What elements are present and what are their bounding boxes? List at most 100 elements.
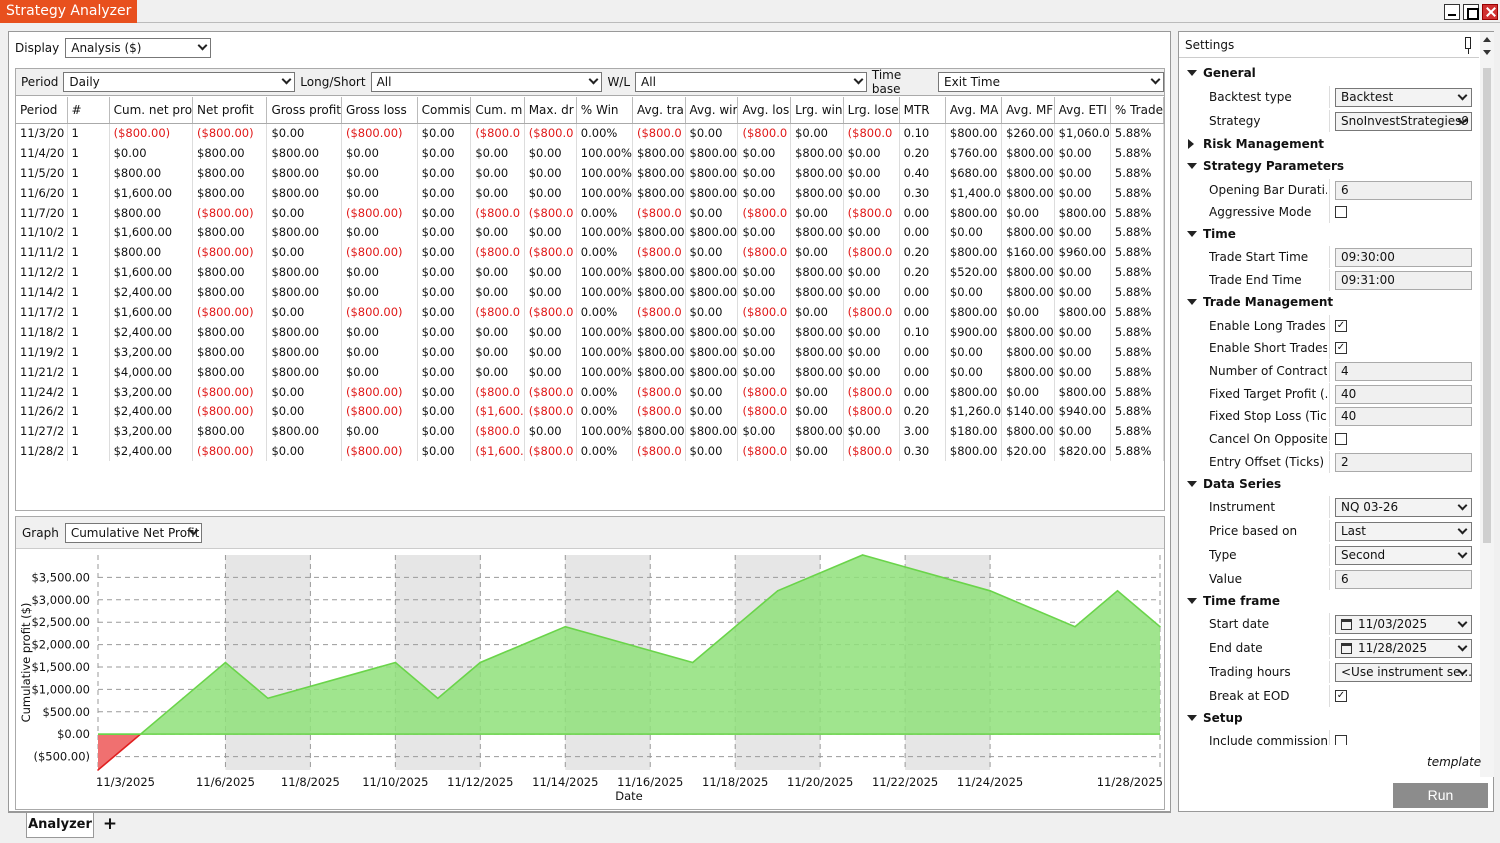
chevron-down-icon[interactable] bbox=[1457, 90, 1468, 100]
add-tab-button[interactable]: + bbox=[100, 815, 120, 835]
checkbox[interactable] bbox=[1335, 433, 1347, 446]
table-row[interactable]: 11/21/2 1 $4,000.00 $800.00 $800.00 $0.00 $0.0… bbox=[16, 361, 1165, 382]
column-header[interactable]: Max. dr bbox=[524, 97, 577, 124]
column-header[interactable]: Net profit bbox=[192, 97, 268, 124]
combo-box[interactable]: Backtest bbox=[1335, 87, 1472, 107]
graph-select[interactable]: Cumulative Net Profit bbox=[64, 522, 202, 543]
section-time[interactable]: Time bbox=[1179, 224, 1477, 246]
chevron-down-icon[interactable] bbox=[1457, 617, 1468, 628]
section-general[interactable]: General bbox=[1179, 63, 1477, 85]
chevron-down-icon[interactable] bbox=[1457, 641, 1468, 652]
date-picker[interactable]: 11/28/2025 bbox=[1335, 639, 1472, 659]
column-header[interactable]: Avg. los bbox=[737, 97, 792, 124]
section-trade-management[interactable]: Trade Management bbox=[1179, 292, 1477, 314]
text-field[interactable]: 6 bbox=[1335, 180, 1472, 200]
close-icon[interactable] bbox=[1482, 4, 1498, 20]
scroll-thumb[interactable] bbox=[1483, 68, 1491, 543]
date-picker[interactable]: 11/03/2025 bbox=[1335, 615, 1472, 635]
display-select[interactable]: Analysis ($) bbox=[65, 38, 212, 58]
table-row[interactable]: 11/12/2 1 $1,600.00 $800.00 $800.00 $0.00 $0.0… bbox=[16, 262, 1165, 283]
text-field[interactable]: 40 bbox=[1335, 384, 1472, 404]
column-header[interactable]: Commis bbox=[417, 97, 472, 124]
text-field[interactable]: 4 bbox=[1335, 361, 1472, 381]
caret-down-icon[interactable] bbox=[1187, 480, 1197, 487]
calendar-icon[interactable] bbox=[1341, 643, 1352, 655]
table-row[interactable]: 11/28/2 1 $2,400.00 ($800.00) $0.00 ($800.00)… bbox=[16, 441, 1165, 462]
caret-down-icon[interactable] bbox=[1187, 230, 1197, 237]
section-data-series[interactable]: Data Series bbox=[1179, 474, 1477, 496]
longshort-select[interactable]: All bbox=[370, 72, 603, 92]
column-header[interactable]: Period bbox=[16, 97, 68, 124]
column-header[interactable]: MTR bbox=[899, 97, 946, 124]
section-time-frame[interactable]: Time frame bbox=[1179, 591, 1477, 613]
table-row[interactable]: 11/10/2 1 $1,600.00 $800.00 $800.00 $0.00 $0.0… bbox=[16, 222, 1165, 243]
caret-down-icon[interactable] bbox=[1187, 70, 1197, 76]
combo-box[interactable]: <Use instrument se... bbox=[1335, 663, 1472, 683]
template-label[interactable]: template bbox=[1427, 755, 1481, 769]
settings-scrollbar[interactable] bbox=[1480, 32, 1494, 777]
column-header[interactable]: # bbox=[67, 97, 110, 124]
combo-box[interactable]: NQ 03-26 bbox=[1335, 498, 1472, 517]
caret-down-icon[interactable] bbox=[1187, 299, 1197, 305]
column-header[interactable]: Avg. MF bbox=[1001, 97, 1055, 124]
calendar-icon[interactable] bbox=[1341, 619, 1352, 631]
text-field[interactable]: 2 bbox=[1335, 452, 1472, 472]
tab-analyzer[interactable]: Analyzer bbox=[26, 813, 94, 838]
run-button[interactable]: Run bbox=[1393, 783, 1488, 808]
section-risk-management[interactable]: Risk Management bbox=[1179, 134, 1477, 156]
section-strategy-parameters[interactable]: Strategy Parameters bbox=[1179, 156, 1477, 178]
table-row[interactable]: 11/5/20 1 $800.00 $800.00 $800.00 $0.00 $0.00 $… bbox=[16, 162, 1165, 183]
scroll-up-icon[interactable] bbox=[1483, 37, 1491, 42]
column-header[interactable]: % Win bbox=[576, 97, 633, 124]
table-row[interactable]: 11/3/20 1 ($800.00) ($800.00) $0.00 ($800.00)… bbox=[16, 123, 1165, 143]
table-row[interactable]: 11/6/20 1 $1,600.00 $800.00 $800.00 $0.00 $0.0… bbox=[16, 182, 1165, 203]
table-row[interactable]: 11/27/2 1 $3,200.00 $800.00 $800.00 $0.00 $0.0… bbox=[16, 421, 1165, 442]
table-row[interactable]: 11/26/2 1 $2,400.00 ($800.00) $0.00 ($800.00)… bbox=[16, 401, 1165, 422]
pin-icon[interactable] bbox=[1465, 37, 1471, 54]
section-setup[interactable]: Setup bbox=[1179, 708, 1477, 730]
column-header[interactable]: Avg. MA bbox=[945, 97, 1003, 124]
restore-icon[interactable] bbox=[1463, 4, 1479, 20]
table-row[interactable]: 11/19/2 1 $3,200.00 $800.00 $800.00 $0.00 $0.0… bbox=[16, 341, 1165, 362]
table-row[interactable]: 11/17/2 1 $1,600.00 ($800.00) $0.00 ($800.00)… bbox=[16, 302, 1165, 322]
caret-right-icon[interactable] bbox=[1188, 138, 1194, 149]
combo-box[interactable]: Second bbox=[1335, 546, 1472, 565]
column-header[interactable]: Avg. ETI bbox=[1054, 97, 1111, 124]
caret-down-icon[interactable] bbox=[1187, 597, 1197, 604]
column-header[interactable]: Avg. wir bbox=[685, 97, 739, 124]
table-row[interactable]: 11/11/2 1 $800.00 ($800.00) $0.00 ($800.00) $0… bbox=[16, 242, 1165, 263]
caret-down-icon[interactable] bbox=[1187, 714, 1197, 721]
column-header[interactable]: Avg. tra bbox=[632, 97, 686, 124]
caret-down-icon[interactable] bbox=[1187, 163, 1197, 169]
table-row[interactable]: 11/24/2 1 $3,200.00 ($800.00) $0.00 ($800.00)… bbox=[16, 381, 1165, 402]
column-header[interactable]: Cum. m bbox=[470, 97, 525, 124]
scroll-down-icon[interactable] bbox=[1483, 50, 1491, 55]
column-header[interactable]: Lrg. lose bbox=[843, 97, 900, 124]
minimize-icon[interactable] bbox=[1444, 4, 1460, 20]
chevron-down-icon[interactable] bbox=[1457, 500, 1468, 511]
checkbox[interactable]: ✓ bbox=[1335, 690, 1347, 703]
chevron-down-icon[interactable] bbox=[1457, 524, 1468, 535]
table-row[interactable]: 11/18/2 1 $2,400.00 $800.00 $800.00 $0.00 $0.0… bbox=[16, 321, 1165, 342]
column-header[interactable]: Gross profit bbox=[266, 97, 342, 124]
table-row[interactable]: 11/4/20 1 $0.00 $800.00 $800.00 $0.00 $0.00 $0.… bbox=[16, 142, 1165, 163]
table-row[interactable]: 11/14/2 1 $2,400.00 $800.00 $800.00 $0.00 $0.0… bbox=[16, 282, 1165, 303]
checkbox[interactable]: ✓ bbox=[1335, 342, 1347, 355]
column-header[interactable]: Cum. net pro bbox=[109, 97, 194, 124]
checkbox[interactable] bbox=[1335, 206, 1347, 219]
column-header[interactable]: Gross loss bbox=[341, 97, 418, 124]
text-field[interactable]: 6 bbox=[1335, 570, 1472, 589]
combo-box[interactable]: Last bbox=[1335, 522, 1472, 541]
period-select[interactable]: Daily bbox=[63, 72, 296, 92]
text-field[interactable]: 09:30:00 bbox=[1335, 248, 1472, 268]
checkbox[interactable] bbox=[1335, 735, 1347, 745]
chevron-down-icon[interactable] bbox=[1457, 548, 1468, 559]
column-header[interactable]: % Trade bbox=[1110, 97, 1165, 124]
combo-box[interactable]: SnoInvestStrategies9 bbox=[1335, 111, 1472, 131]
column-header[interactable]: Lrg. win bbox=[790, 97, 844, 124]
text-field[interactable]: 09:31:00 bbox=[1335, 271, 1472, 291]
checkbox[interactable]: ✓ bbox=[1335, 319, 1347, 332]
text-field[interactable]: 40 bbox=[1335, 407, 1472, 427]
timebase-select[interactable]: Exit Time bbox=[938, 72, 1164, 92]
wl-select[interactable]: All bbox=[635, 72, 867, 92]
